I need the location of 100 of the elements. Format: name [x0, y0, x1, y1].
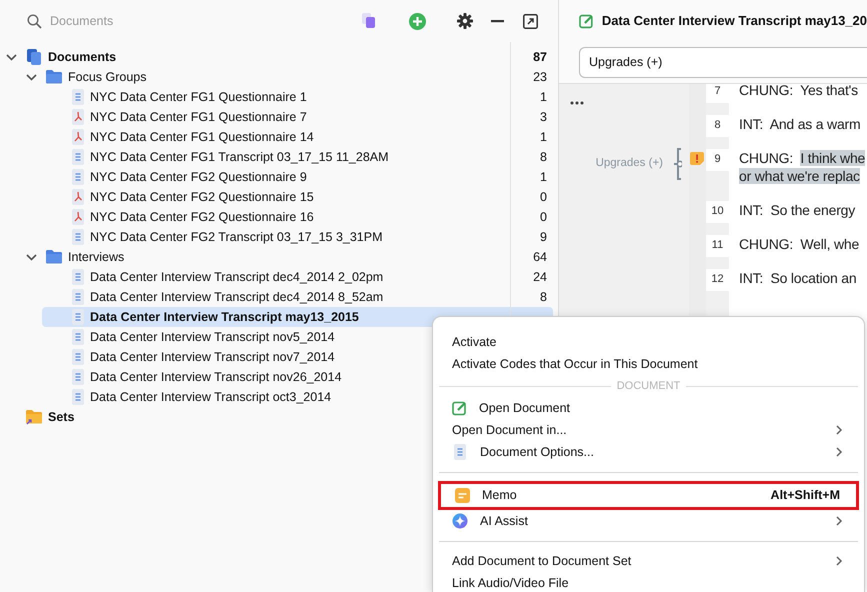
memo-icon	[455, 488, 470, 503]
line-number: 11	[706, 235, 729, 257]
code-filter-field[interactable]: Upgrades (+)	[579, 47, 867, 78]
tree-item-label: NYC Data Center FG2 Questionnaire 9	[90, 168, 307, 186]
tree-item-label: NYC Data Center FG1 Questionnaire 14	[90, 128, 314, 146]
menu-item[interactable]: Memo Alt+Shift+M	[438, 481, 859, 510]
tree-item[interactable]: NYC Data Center FG2 Questionnaire 15 0	[42, 187, 553, 207]
menu-item[interactable]: Link Audio/Video File	[433, 572, 864, 592]
line-number: 12	[706, 269, 729, 291]
text-document-icon	[72, 349, 84, 365]
pdf-document-icon	[72, 109, 84, 125]
tree-item-label: Interviews	[68, 248, 124, 266]
item-count: 0	[540, 190, 547, 204]
transcript-text: CHUNG: Yes that's	[739, 84, 859, 99]
item-count: 23	[533, 70, 547, 84]
item-count: 87	[533, 50, 547, 64]
item-count: 3	[540, 110, 547, 124]
chevron-right-icon	[836, 447, 843, 457]
search-field[interactable]: Documents	[48, 10, 338, 32]
item-count: 1	[540, 130, 547, 144]
tree-item-label: NYC Data Center FG1 Questionnaire 7	[90, 108, 307, 126]
tree-item-label: Data Center Interview Transcript oct3_2014	[90, 388, 332, 406]
menu-item[interactable]: Add Document to Document Set	[433, 550, 864, 572]
more-icon[interactable]	[570, 101, 584, 105]
transcript-text: CHUNG: I think whe	[739, 149, 866, 167]
sparkle-icon	[452, 513, 468, 529]
text-document-icon	[72, 389, 84, 405]
tree-item-label: Data Center Interview Transcript nov7_2014	[90, 348, 335, 366]
text-document-icon	[72, 229, 84, 245]
menu-item[interactable]: Open Document in...	[433, 419, 864, 441]
text-document-icon	[72, 149, 84, 165]
item-count: 24	[533, 270, 547, 284]
transcript-text: CHUNG: Well, whe	[739, 235, 860, 253]
chevron-down-icon[interactable]	[6, 54, 16, 60]
tree-item[interactable]: NYC Data Center FG2 Questionnaire 9 1	[42, 167, 553, 187]
pdf-document-icon	[72, 129, 84, 145]
line-number: 7	[706, 84, 729, 103]
tree-item-label: Data Center Interview Transcript dec4_2014 8_52am	[90, 288, 384, 306]
chevron-down-icon[interactable]	[26, 74, 36, 80]
tree-item-label: NYC Data Center FG1 Transcript 03_17_15 11_28AM	[90, 148, 389, 166]
tree-item-label: NYC Data Center FG2 Transcript 03_17_15 3_31PM	[90, 228, 383, 246]
tree-item[interactable]: Interviews 64	[22, 247, 553, 267]
tree-item[interactable]: NYC Data Center FG1 Questionnaire 1 1	[42, 87, 553, 107]
tree-item[interactable]: NYC Data Center FG1 Questionnaire 14 1	[42, 127, 553, 147]
tree-item-label: Focus Groups	[68, 68, 147, 86]
menu-item[interactable]: Activate Codes that Occur in This Document	[433, 353, 864, 375]
menu-item[interactable]: Document Options...	[433, 441, 864, 463]
menu-item[interactable]: Activate	[433, 331, 864, 353]
text-document-icon	[454, 444, 466, 460]
tree-item-label: NYC Data Center FG2 Questionnaire 16	[90, 208, 314, 226]
menu-item[interactable]: AI Assist	[433, 510, 864, 532]
transcript-text: or what we're replac	[739, 167, 861, 185]
text-document-icon	[72, 309, 84, 325]
search-icon	[27, 14, 42, 28]
tree-item[interactable]: Data Center Interview Transcript dec4_2014 2_02pm 24	[42, 267, 553, 287]
transcript-text: INT: And as a warm	[739, 115, 862, 133]
text-document-icon	[72, 89, 84, 105]
tree-item-label: Data Center Interview Transcript nov26_2014	[90, 368, 342, 386]
folder-icon	[46, 249, 62, 265]
text-document-icon	[72, 289, 84, 305]
folder-icon	[46, 69, 62, 85]
set-folder-icon	[26, 409, 42, 425]
popout-icon[interactable]	[523, 14, 538, 28]
tree-item[interactable]: NYC Data Center FG2 Transcript 03_17_15 3_31PM 9	[42, 227, 553, 247]
transcript-text: INT: So location an	[739, 269, 858, 287]
tree-item[interactable]: NYC Data Center FG1 Transcript 03_17_15 11_28AM 8	[42, 147, 553, 167]
code-bracket-icon	[673, 148, 682, 180]
memo-flag-icon[interactable]	[690, 152, 704, 165]
tree-item-label: Documents	[48, 48, 116, 66]
item-count: 8	[540, 290, 547, 304]
item-count: 9	[540, 230, 547, 244]
item-count: 1	[540, 170, 547, 184]
shortcut-label: Alt+Shift+M	[770, 487, 840, 504]
line-number: 8	[706, 115, 729, 137]
text-document-icon	[72, 369, 84, 385]
text-document-icon	[72, 169, 84, 185]
tree-item-label: NYC Data Center FG1 Questionnaire 1	[90, 88, 307, 106]
chevron-right-icon	[836, 516, 843, 526]
menu-item[interactable]: Open Document	[433, 397, 864, 419]
line-number: 10	[706, 201, 729, 223]
minimize-icon[interactable]	[491, 20, 504, 22]
tree-item[interactable]: Focus Groups 23	[22, 67, 553, 87]
pdf-document-icon	[72, 209, 84, 225]
item-count: 0	[540, 210, 547, 224]
text-document-icon	[72, 269, 84, 285]
tree-item-label: Sets	[48, 408, 74, 426]
edit-icon	[452, 400, 467, 416]
tree-item[interactable]: Documents 87	[2, 47, 553, 67]
tree-item-label: Data Center Interview Transcript nov5_2014	[90, 328, 335, 346]
documents-icon	[26, 49, 42, 65]
add-icon[interactable]	[409, 12, 426, 30]
tree-item[interactable]: NYC Data Center FG2 Questionnaire 16 0	[42, 207, 553, 227]
documents-icon[interactable]	[362, 13, 376, 29]
tree-item[interactable]: Data Center Interview Transcript dec4_2014 8_52am 8	[42, 287, 553, 307]
tree-item[interactable]: NYC Data Center FG1 Questionnaire 7 3	[42, 107, 553, 127]
tree-item-label: Data Center Interview Transcript may13_2015	[90, 308, 359, 326]
item-count: 1	[540, 90, 547, 104]
settings-icon[interactable]	[457, 13, 473, 29]
item-count: 8	[540, 150, 547, 164]
chevron-down-icon[interactable]	[26, 254, 36, 260]
